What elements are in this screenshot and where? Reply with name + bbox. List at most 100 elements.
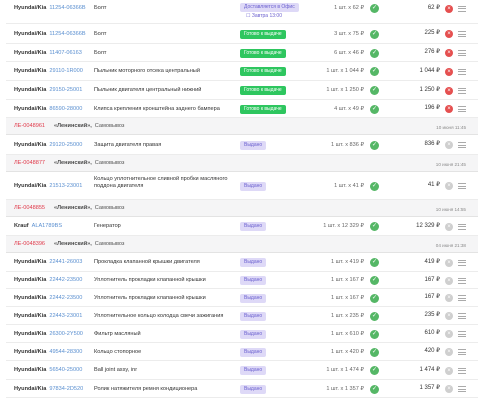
item-price: 1 357 ₽ xyxy=(419,385,441,391)
item-description: Кольцо стопорное xyxy=(94,348,142,355)
article-link[interactable]: 49544-28300 xyxy=(49,349,82,355)
article-link[interactable]: 26300-2Y500 xyxy=(49,331,83,337)
table-row: Hyundai/Kia 22443-23001 Уплотнительное кол… xyxy=(6,307,478,325)
article-link[interactable]: 11254-06366B xyxy=(49,31,85,37)
item-price: 12 329 ₽ xyxy=(416,222,440,229)
item-quantity: 1 шт. х 235 ₽ xyxy=(331,312,364,319)
menu-lines-icon[interactable] xyxy=(458,50,466,56)
menu-lines-icon[interactable] xyxy=(458,386,466,392)
menu-lines-icon[interactable] xyxy=(458,106,466,112)
close-circle-icon[interactable]: × xyxy=(445,49,453,57)
close-circle-icon[interactable]: × xyxy=(445,67,453,76)
item-description: Генератор xyxy=(94,223,121,229)
article-link[interactable]: 29150-25001 xyxy=(49,87,82,93)
article-link[interactable]: ALA1789BS xyxy=(32,223,62,229)
order-header-row[interactable]: ЛЕ-0048396 «Ленинский», Самовывоз 04 июня 2… xyxy=(6,236,478,253)
close-circle-icon[interactable]: × xyxy=(445,312,453,320)
store-name: «Ленинский», xyxy=(54,160,92,166)
close-circle-icon[interactable]: × xyxy=(445,141,453,149)
item-quantity: 1 шт. х 1 044 ₽ xyxy=(326,68,364,74)
article-link[interactable]: 97834-2D520 xyxy=(49,386,83,392)
menu-lines-icon[interactable] xyxy=(458,142,466,148)
article-link[interactable]: 22443-23001 xyxy=(49,313,82,319)
check-circle-icon: ✓ xyxy=(370,366,379,375)
status-badge: Выдано xyxy=(240,222,267,231)
close-circle-icon[interactable]: × xyxy=(445,222,453,231)
menu-lines-icon[interactable] xyxy=(458,223,466,230)
close-circle-icon[interactable]: × xyxy=(445,4,453,13)
table-row: Hyundai/Kia 29120-25000 Защита двигателя п… xyxy=(6,135,478,155)
status-badge: Выдано xyxy=(240,181,267,191)
status-badge: Доставляется в Офис xyxy=(240,3,299,12)
article-link[interactable]: 22442-23500 xyxy=(49,295,82,301)
order-header-row[interactable]: ЛЕ-0048855 «Ленинский», Самовывоз 10 июня 1… xyxy=(6,200,478,217)
close-circle-icon[interactable]: × xyxy=(445,30,453,38)
article-link[interactable]: 11407-06163 xyxy=(49,50,82,56)
order-store-label: «Ленинский», Самовывоз xyxy=(54,241,124,248)
item-price: 419 ₽ xyxy=(424,258,441,265)
order-number-link[interactable]: ЛЕ-0048855 xyxy=(14,205,45,212)
order-header-row[interactable]: ЛЕ-0048961 «Ленинский», Самовывоз 10 июня 1… xyxy=(6,118,478,135)
item-brand: Hyundai/Kia 11254-06366B xyxy=(14,5,86,12)
menu-lines-icon[interactable] xyxy=(458,5,466,12)
article-link[interactable]: 29110-1R000 xyxy=(49,68,83,74)
close-circle-icon[interactable]: × xyxy=(445,348,453,356)
check-circle-icon: ✓ xyxy=(370,329,379,339)
article-link[interactable]: 21513-23001 xyxy=(49,183,82,189)
menu-lines-icon[interactable] xyxy=(458,349,466,355)
menu-lines-icon[interactable] xyxy=(458,68,466,75)
order-header-row[interactable]: ЛЕ-0048877 «Ленинский», Самовывоз 10 июня 2… xyxy=(6,155,478,172)
article-link[interactable]: 56540-25000 xyxy=(49,367,82,373)
menu-lines-icon[interactable] xyxy=(458,277,466,284)
brand-name: Krauf xyxy=(14,223,29,229)
close-circle-icon[interactable]: × xyxy=(445,105,453,113)
close-circle-icon[interactable]: × xyxy=(445,385,453,393)
order-number-link[interactable]: ЛЕ-0048396 xyxy=(14,241,45,248)
status-badge: Готово к выдаче xyxy=(240,104,286,114)
store-name: «Ленинский», xyxy=(54,123,92,129)
brand-name: Hyundai/Kia xyxy=(14,367,47,373)
store-name: «Ленинский», xyxy=(54,205,92,211)
menu-lines-icon[interactable] xyxy=(458,87,466,94)
check-circle-icon: ✓ xyxy=(370,29,379,39)
order-number-link[interactable]: ЛЕ-0048961 xyxy=(14,123,45,130)
brand-name: Hyundai/Kia xyxy=(14,385,47,392)
item-quantity: 1 шт. х 41 ₽ xyxy=(334,182,364,189)
close-circle-icon[interactable]: × xyxy=(445,182,453,190)
close-circle-icon[interactable]: × xyxy=(445,258,453,267)
status-badge: Готово к выдаче xyxy=(240,86,286,95)
item-brand: Hyundai/Kia 22441-26003 xyxy=(14,259,82,266)
check-circle-icon: ✓ xyxy=(370,181,379,191)
article-link[interactable]: 29120-25000 xyxy=(49,142,82,148)
menu-lines-icon[interactable] xyxy=(458,313,466,319)
item-description: Болт xyxy=(94,5,107,11)
item-quantity: 1 шт. х 167 ₽ xyxy=(331,277,364,283)
menu-lines-icon[interactable] xyxy=(458,331,466,337)
close-circle-icon[interactable]: × xyxy=(445,366,453,375)
menu-lines-icon[interactable] xyxy=(458,295,466,301)
article-link[interactable]: 22442-23500 xyxy=(49,277,82,283)
item-brand: Hyundai/Kia 26300-2Y500 xyxy=(14,331,83,338)
item-quantity: 1 шт. х 420 ₽ xyxy=(331,348,364,355)
article-link[interactable]: 22441-26003 xyxy=(49,259,82,265)
order-date: 10 июня 14:55 xyxy=(435,207,466,212)
menu-lines-icon[interactable] xyxy=(458,367,466,374)
menu-lines-icon[interactable] xyxy=(458,259,466,266)
article-link[interactable]: 11254-06366B xyxy=(49,5,85,11)
brand-name: Hyundai/Kia xyxy=(14,30,47,37)
item-description: Фильтр масляный xyxy=(94,330,141,337)
menu-lines-icon[interactable] xyxy=(458,183,466,189)
close-circle-icon[interactable]: × xyxy=(445,330,453,338)
close-circle-icon[interactable]: × xyxy=(445,86,453,95)
item-price: 167 ₽ xyxy=(424,276,441,283)
item-quantity: 3 шт. х 75 ₽ xyxy=(334,30,364,37)
close-circle-icon[interactable]: × xyxy=(445,294,453,302)
table-row: Hyundai/Kia 26300-2Y500 Фильтр масляный Выд… xyxy=(6,325,478,343)
item-brand: Hyundai/Kia 29120-25000 xyxy=(14,142,82,149)
table-row: Hyundai/Kia 22442-23500 Уплотнитель прокла… xyxy=(6,289,478,307)
item-description: Прокладка клапанной крышки двигателя xyxy=(94,259,200,265)
order-number-link[interactable]: ЛЕ-0048877 xyxy=(14,160,45,167)
close-circle-icon[interactable]: × xyxy=(445,276,453,285)
article-link[interactable]: 86590-28000 xyxy=(49,106,82,112)
menu-lines-icon[interactable] xyxy=(458,31,466,37)
